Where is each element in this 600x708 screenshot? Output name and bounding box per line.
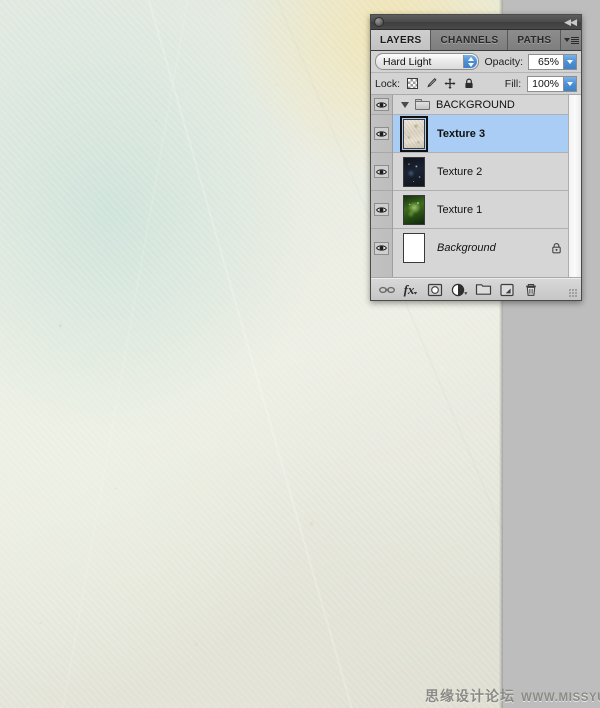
eye-icon xyxy=(374,241,389,255)
eye-icon xyxy=(374,98,389,111)
opacity-label: Opacity: xyxy=(484,55,523,68)
new-layer-button[interactable] xyxy=(496,281,518,299)
layer-thumbnail-wrap[interactable] xyxy=(397,115,431,152)
layer-row-texture-2[interactable]: Texture 2 xyxy=(393,153,568,191)
eye-icon xyxy=(374,203,389,216)
layer-thumbnail[interactable] xyxy=(403,156,425,187)
panel-body: Hard Light Opacity: 65% Lock: Fill: 100%… xyxy=(371,51,581,300)
eye-icon xyxy=(374,165,389,178)
layer-name[interactable]: Background xyxy=(437,242,496,254)
layers-panel-footer: fx xyxy=(371,278,581,300)
layer-name[interactable]: Texture 1 xyxy=(437,204,482,216)
lock-all-icon[interactable] xyxy=(463,78,475,90)
layer-thumbnail[interactable] xyxy=(403,233,425,263)
chevron-updown-icon[interactable] xyxy=(463,55,478,68)
fill-field[interactable]: 100% xyxy=(527,75,577,92)
folder-icon xyxy=(415,98,430,111)
fill-label: Fill: xyxy=(504,77,522,90)
panel-tab-bar[interactable]: LAYERS CHANNELS PATHS xyxy=(371,30,581,51)
layer-locked-icon xyxy=(550,242,562,255)
layer-row-background[interactable]: Background xyxy=(393,229,568,267)
layer-name[interactable]: Texture 3 xyxy=(437,128,485,140)
blend-opacity-row: Hard Light Opacity: 65% xyxy=(371,51,581,73)
layer-thumbnail-wrap[interactable] xyxy=(397,193,431,227)
blend-mode-select[interactable]: Hard Light xyxy=(375,53,480,70)
visibility-toggle-background[interactable] xyxy=(371,229,392,267)
panel-menu-button[interactable] xyxy=(561,30,581,50)
link-layers-button[interactable] xyxy=(376,281,398,299)
layers-list[interactable]: BACKGROUND Texture 3 Texture 2 Texture 1… xyxy=(371,95,581,278)
visibility-toggle-texture-3[interactable] xyxy=(371,115,392,153)
opacity-field[interactable]: 65% xyxy=(528,53,577,70)
lock-icon-group xyxy=(406,78,475,90)
layers-panel[interactable]: ◀◀ LAYERS CHANNELS PATHS Hard Light Opac… xyxy=(370,14,582,301)
layer-row-texture-1[interactable]: Texture 1 xyxy=(393,191,568,229)
layer-thumbnail[interactable] xyxy=(403,194,425,225)
layer-thumbnail[interactable] xyxy=(400,115,428,152)
layer-name[interactable]: BACKGROUND xyxy=(436,99,515,111)
opacity-value[interactable]: 65% xyxy=(529,54,563,69)
lock-label: Lock: xyxy=(375,77,401,90)
panel-dot-icon[interactable] xyxy=(374,17,384,27)
new-group-button[interactable] xyxy=(472,281,494,299)
layer-thumbnail-wrap[interactable] xyxy=(397,155,431,189)
delete-layer-button[interactable] xyxy=(520,281,542,299)
lock-fill-row: Lock: Fill: 100% xyxy=(371,73,581,95)
lock-position-icon[interactable] xyxy=(444,78,456,90)
lock-transparent-pixels-icon[interactable] xyxy=(406,78,418,90)
opacity-stepper-icon[interactable] xyxy=(563,54,576,69)
tab-paths[interactable]: PATHS xyxy=(508,30,562,50)
visibility-toggle-background-group[interactable] xyxy=(371,95,392,115)
layer-row-background-group[interactable]: BACKGROUND xyxy=(393,95,568,115)
eye-icon xyxy=(374,127,389,140)
lock-image-pixels-icon[interactable] xyxy=(425,78,437,90)
layers-scrollbar[interactable] xyxy=(568,95,581,277)
layer-row-texture-3[interactable]: Texture 3 xyxy=(393,115,568,153)
panel-menu-icon xyxy=(563,36,579,44)
chevron-down-icon[interactable] xyxy=(401,101,409,108)
screenshot-root: 思缘设计论坛 WWW.MISSYUAN.COM ◀◀ LAYERS CHANNE… xyxy=(0,0,600,708)
layer-style-fx-button[interactable]: fx xyxy=(400,281,422,299)
watermark-url: WWW.MISSYUAN.COM xyxy=(521,692,600,704)
tab-channels[interactable]: CHANNELS xyxy=(431,30,509,50)
add-layer-mask-button[interactable] xyxy=(424,281,446,299)
tab-layers[interactable]: LAYERS xyxy=(371,30,432,50)
layer-thumbnail-wrap[interactable] xyxy=(397,231,431,265)
panel-titlebar[interactable]: ◀◀ xyxy=(371,15,581,30)
fill-value[interactable]: 100% xyxy=(528,76,563,91)
collapse-double-arrow-icon[interactable]: ◀◀ xyxy=(564,17,578,27)
new-adjustment-layer-button[interactable] xyxy=(448,281,470,299)
layer-name[interactable]: Texture 2 xyxy=(437,166,482,178)
visibility-toggle-texture-1[interactable] xyxy=(371,191,392,229)
blend-mode-value: Hard Light xyxy=(383,55,432,68)
resize-grip-icon[interactable] xyxy=(569,289,578,298)
fill-stepper-icon[interactable] xyxy=(563,76,576,91)
visibility-toggle-texture-2[interactable] xyxy=(371,153,392,191)
layer-rows: BACKGROUND Texture 3 Texture 2 Texture 1… xyxy=(393,95,568,277)
visibility-column xyxy=(371,95,393,277)
